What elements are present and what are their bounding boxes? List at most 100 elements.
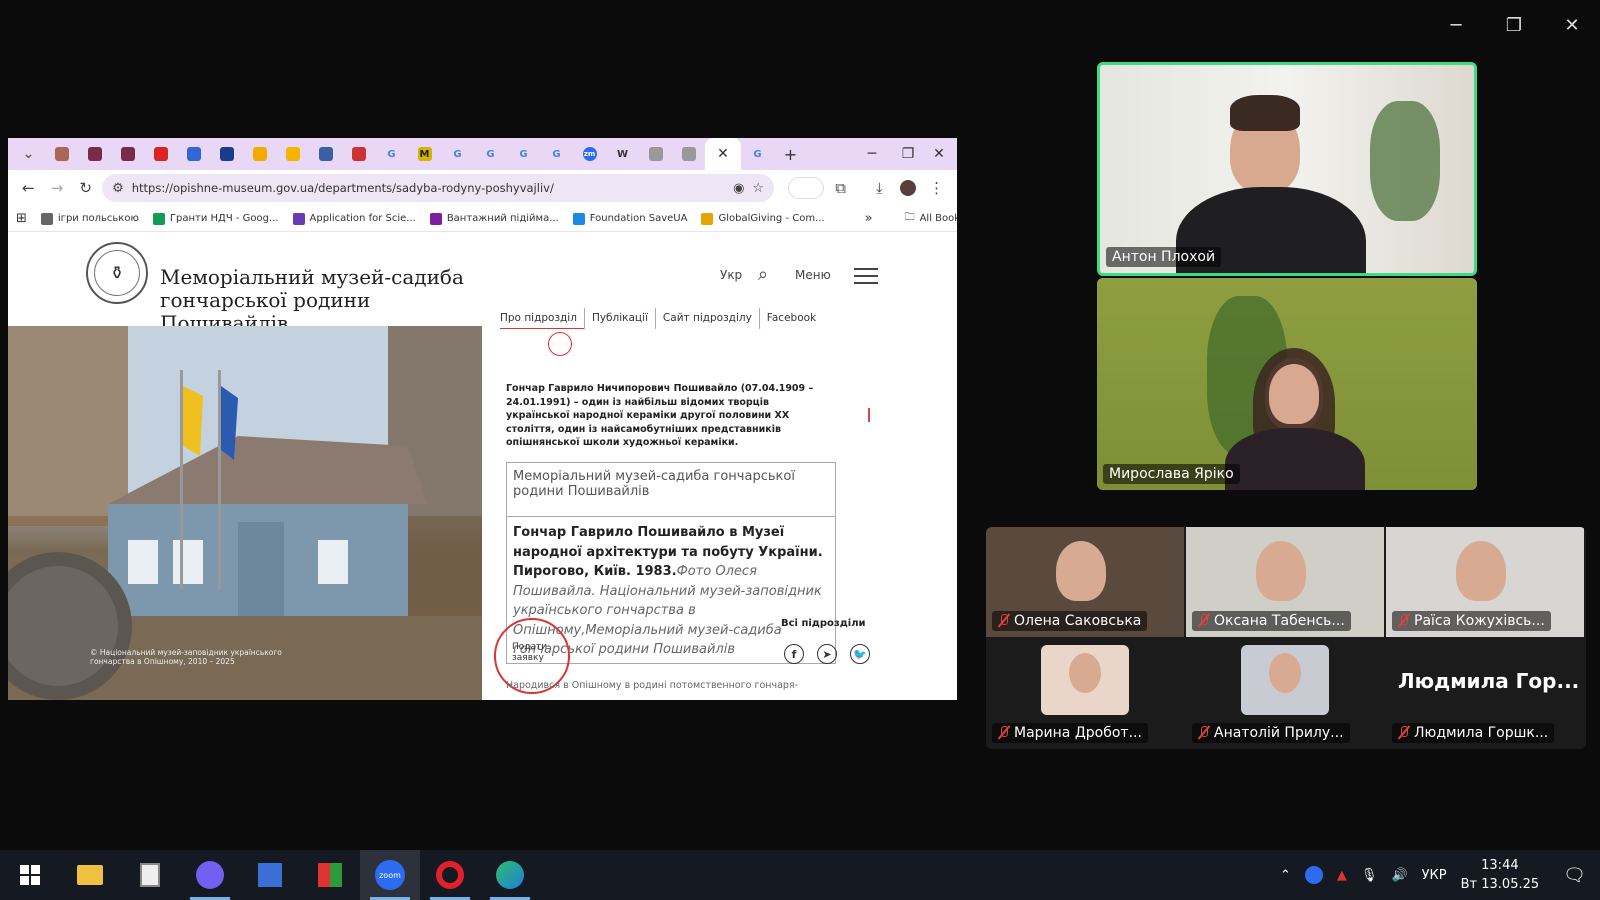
participant-name-text: Мирослава Ярiко — [1109, 466, 1234, 482]
bookmark-item[interactable]: Application for Scie... — [292, 212, 416, 225]
clock[interactable]: 13:44 Вт 13.05.25 — [1461, 856, 1540, 894]
telegram-icon[interactable]: ➤ — [817, 644, 837, 664]
facebook-icon[interactable]: f — [784, 644, 804, 664]
bookmark-item[interactable]: ігри польською — [40, 212, 139, 225]
browser-tab[interactable] — [639, 138, 672, 170]
bookmark-item[interactable]: Вантажний підійма... — [429, 212, 559, 225]
input-language[interactable]: УКР — [1422, 868, 1447, 883]
more-bookmarks-icon[interactable]: » — [865, 211, 873, 226]
browser-tab[interactable]: zm — [573, 138, 606, 170]
extensions-icon[interactable]: ⧉ — [828, 175, 853, 201]
hamburger-menu-icon[interactable] — [854, 268, 878, 284]
google-icon: G — [519, 148, 528, 160]
browser-tab[interactable] — [111, 138, 144, 170]
language-switch[interactable]: Укр — [720, 268, 742, 282]
zoom-app[interactable]: zoom — [360, 850, 420, 900]
scroll-indicator — [868, 408, 870, 422]
bookmark-item[interactable]: Foundation SaveUA — [572, 212, 687, 225]
site-icon-5 — [648, 147, 663, 161]
bookmark-item[interactable]: GlobalGiving - Com... — [701, 212, 825, 225]
gallery-tile[interactable]: Раїса Кожухівсь... — [1386, 527, 1584, 637]
gallery-tile[interactable]: Олена Саковська — [986, 527, 1184, 637]
video-tile-active-speaker[interactable]: Антон Плохой — [1097, 62, 1477, 276]
gallery-tile[interactable]: Людмила Гор... Людмила Горшк... — [1386, 639, 1584, 749]
edge-app[interactable] — [480, 850, 540, 900]
video-tile-myroslava[interactable]: Мирослава Ярiко — [1097, 278, 1477, 490]
browser-tab[interactable] — [45, 138, 78, 170]
notifications-icon[interactable]: 🗨 — [1563, 865, 1586, 886]
download-icon[interactable]: ⤓ — [867, 175, 892, 201]
active-tab[interactable]: ✕ — [705, 138, 741, 170]
close-button[interactable]: ✕ — [1544, 10, 1600, 40]
minimize-button[interactable]: ─ — [1428, 10, 1484, 40]
save-app[interactable] — [240, 850, 300, 900]
site-settings-icon[interactable]: ⚙ — [112, 181, 124, 196]
google-icon: G — [552, 148, 561, 160]
forward-icon[interactable]: → — [45, 175, 70, 201]
star-icon[interactable]: ☆ — [752, 181, 764, 196]
participant-name: Мирослава Ярiко — [1103, 464, 1240, 484]
calculator-app[interactable] — [120, 850, 180, 900]
site-title[interactable]: Меморіальний музей-садиба гончарської ро… — [160, 266, 490, 335]
eye-off-icon[interactable]: ◉ — [733, 181, 744, 196]
browser-tab[interactable] — [672, 138, 705, 170]
browser-tab[interactable] — [144, 138, 177, 170]
twitter-icon[interactable]: 🐦 — [850, 644, 870, 664]
tab-about[interactable]: Про підрозділ — [500, 308, 584, 329]
gallery-tile[interactable]: Марина Дробот... — [986, 639, 1184, 749]
bookmark-item[interactable]: Гранти НДЧ - Goog... — [152, 212, 279, 225]
browser-tab[interactable] — [210, 138, 243, 170]
gallery-tile[interactable]: Анатолій Прилу... — [1186, 639, 1384, 749]
opera-app[interactable] — [420, 850, 480, 900]
browser-tab[interactable]: W — [606, 138, 639, 170]
file-explorer-app[interactable] — [60, 850, 120, 900]
microphone-icon[interactable]: 🎙 — [1361, 868, 1378, 883]
start-button[interactable] — [0, 850, 60, 900]
museum-logo[interactable]: ⚱ — [86, 242, 148, 304]
tab-google[interactable]: G — [741, 138, 774, 170]
back-icon[interactable]: ← — [16, 175, 41, 201]
viber-app[interactable] — [180, 850, 240, 900]
all-departments-link[interactable]: Всі підрозділи — [781, 618, 866, 629]
browser-tab[interactable]: G — [441, 138, 474, 170]
search-icon[interactable]: ⌕ — [758, 264, 768, 285]
hero-copyright: © Національний музей-заповідник українсь… — [90, 648, 282, 666]
tab-department-site[interactable]: Сайт підрозділу — [654, 308, 759, 329]
close-tab-icon[interactable]: ✕ — [717, 146, 729, 162]
browser-minimize-button[interactable]: ─ — [854, 138, 890, 170]
browser-tab[interactable]: ⌄ — [12, 138, 45, 170]
browser-tab[interactable] — [276, 138, 309, 170]
browser-tab[interactable] — [243, 138, 276, 170]
tab-facebook[interactable]: Facebook — [758, 308, 823, 329]
participant-name-text: Анатолій Прилу... — [1214, 725, 1344, 741]
zoom-tray-icon[interactable] — [1304, 866, 1323, 884]
menu-label[interactable]: Меню — [795, 268, 831, 282]
extension-pill[interactable] — [788, 177, 825, 199]
all-bookmarks[interactable]: 🗀 All Bookmarks — [905, 210, 957, 227]
browser-tab[interactable]: G — [507, 138, 540, 170]
new-tab-button[interactable]: + — [774, 138, 807, 170]
gallery-tile[interactable]: Оксана Табенсь... — [1186, 527, 1384, 637]
volume-icon[interactable]: 🔊 — [1391, 868, 1407, 883]
profile-avatar[interactable] — [896, 175, 921, 201]
browser-tab[interactable]: G — [474, 138, 507, 170]
browser-tab[interactable] — [342, 138, 375, 170]
browser-tab[interactable] — [309, 138, 342, 170]
reload-icon[interactable]: ↻ — [73, 175, 98, 201]
browser-tab[interactable] — [78, 138, 111, 170]
browser-close-button[interactable]: ✕ — [921, 138, 957, 170]
tab-publications[interactable]: Публікації — [583, 308, 655, 329]
browser-menu-icon[interactable]: ⋮ — [924, 175, 949, 201]
browser-tab[interactable] — [177, 138, 210, 170]
address-bar[interactable]: ⚙ https://opishne-museum.gov.ua/departme… — [102, 174, 775, 202]
show-hidden-icons-icon[interactable]: ⌃ — [1280, 868, 1291, 883]
participant-name: Оксана Табенсь... — [1192, 611, 1351, 631]
tray-app-icon[interactable]: ▲ — [1337, 868, 1347, 883]
restore-button[interactable]: ❐ — [1486, 10, 1542, 40]
browser-tab[interactable]: G — [540, 138, 573, 170]
app-red-green[interactable] — [300, 850, 360, 900]
browser-tab[interactable]: M — [408, 138, 441, 170]
participant-avatar — [1041, 645, 1129, 715]
apps-grid-icon[interactable]: ⊞ — [16, 211, 27, 226]
browser-tab[interactable]: G — [375, 138, 408, 170]
